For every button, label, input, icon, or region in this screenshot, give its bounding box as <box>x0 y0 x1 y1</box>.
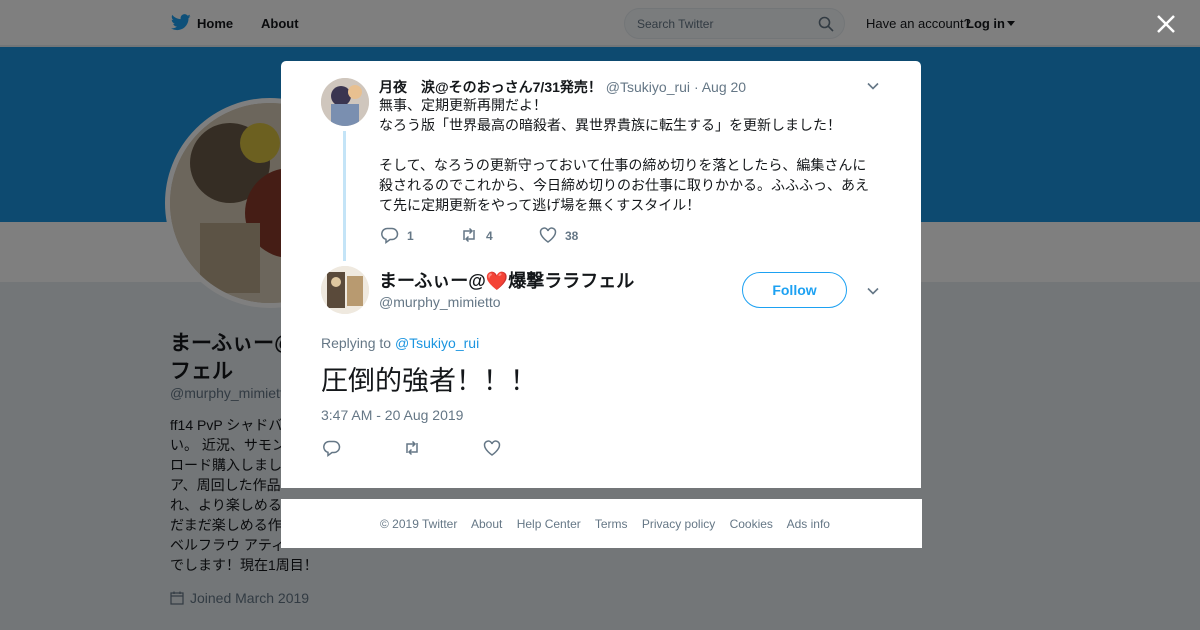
tweet-modal: 月夜 涙@そのおっさん7/31発売！ @Tsukiyo_rui · Aug 20… <box>281 61 921 488</box>
retweet-button[interactable]: 4 <box>460 226 493 244</box>
original-tweet-handle[interactable]: @Tsukiyo_rui <box>606 79 690 95</box>
replying-to: Replying to @Tsukiyo_rui <box>321 335 479 351</box>
original-tweet-avatar[interactable] <box>321 78 369 126</box>
retweet-button[interactable] <box>403 439 421 458</box>
original-tweet-text: 無事、定期更新再開だよ！ なろう版「世界最高の暗殺者、異世界貴族に転生する」を更… <box>379 97 869 213</box>
avatar-illustration-icon <box>321 266 369 314</box>
heart-emoji: ❤️ <box>485 271 509 291</box>
thread-connector-line <box>343 131 346 261</box>
footer-link-about[interactable]: About <box>471 517 502 531</box>
chevron-down-icon[interactable] <box>866 79 880 93</box>
avatar-illustration-icon <box>321 78 369 126</box>
retweet-icon <box>463 227 475 243</box>
reply-tweet-text: 圧倒的強者！！！ <box>321 366 537 396</box>
replying-to-mention[interactable]: @Tsukiyo_rui <box>395 335 479 351</box>
reply-tweet-avatar[interactable] <box>321 266 369 314</box>
reply-icon <box>323 440 341 457</box>
retweet-icon <box>406 440 418 456</box>
like-button[interactable] <box>483 439 501 458</box>
footer-links: © 2019 Twitter About Help Center Terms P… <box>380 517 841 531</box>
original-tweet-date[interactable]: · Aug 20 <box>694 79 746 95</box>
footer-link-terms[interactable]: Terms <box>595 517 628 531</box>
reply-button[interactable]: 1 <box>381 226 414 244</box>
original-tweet-author-name[interactable]: 月夜 涙@そのおっさん7/31発売！ <box>379 79 602 95</box>
footer-bar: © 2019 Twitter About Help Center Terms P… <box>281 499 922 548</box>
original-tweet-header: 月夜 涙@そのおっさん7/31発売！ @Tsukiyo_rui · Aug 20 <box>379 77 746 97</box>
heart-icon <box>539 227 557 243</box>
reply-button[interactable] <box>323 439 341 458</box>
close-icon[interactable] <box>1152 10 1180 38</box>
footer-copyright: © 2019 Twitter <box>380 517 458 531</box>
replying-to-label: Replying to <box>321 335 392 351</box>
reply-icon <box>381 227 399 244</box>
reply-tweet-timestamp[interactable]: 3:47 AM - 20 Aug 2019 <box>321 407 463 423</box>
like-count: 38 <box>565 229 579 243</box>
footer-link-help-center[interactable]: Help Center <box>517 517 581 531</box>
footer-link-privacy[interactable]: Privacy policy <box>642 517 715 531</box>
footer-link-ads-info[interactable]: Ads info <box>787 517 830 531</box>
heart-icon <box>483 440 501 456</box>
like-button[interactable]: 38 <box>539 226 578 244</box>
reply-author-name-part2: 爆撃ララフェル <box>508 271 635 291</box>
chevron-down-icon[interactable] <box>866 284 880 298</box>
reply-tweet-author-name[interactable]: まーふぃー@❤️爆撃ララフェル <box>379 267 634 293</box>
reply-count: 1 <box>407 229 414 243</box>
follow-button[interactable]: Follow <box>742 272 847 308</box>
footer-link-cookies[interactable]: Cookies <box>730 517 773 531</box>
retweet-count: 4 <box>486 229 493 243</box>
reply-tweet-handle[interactable]: @murphy_mimietto <box>379 294 501 310</box>
reply-author-name-part1: まーふぃー@ <box>379 271 486 291</box>
